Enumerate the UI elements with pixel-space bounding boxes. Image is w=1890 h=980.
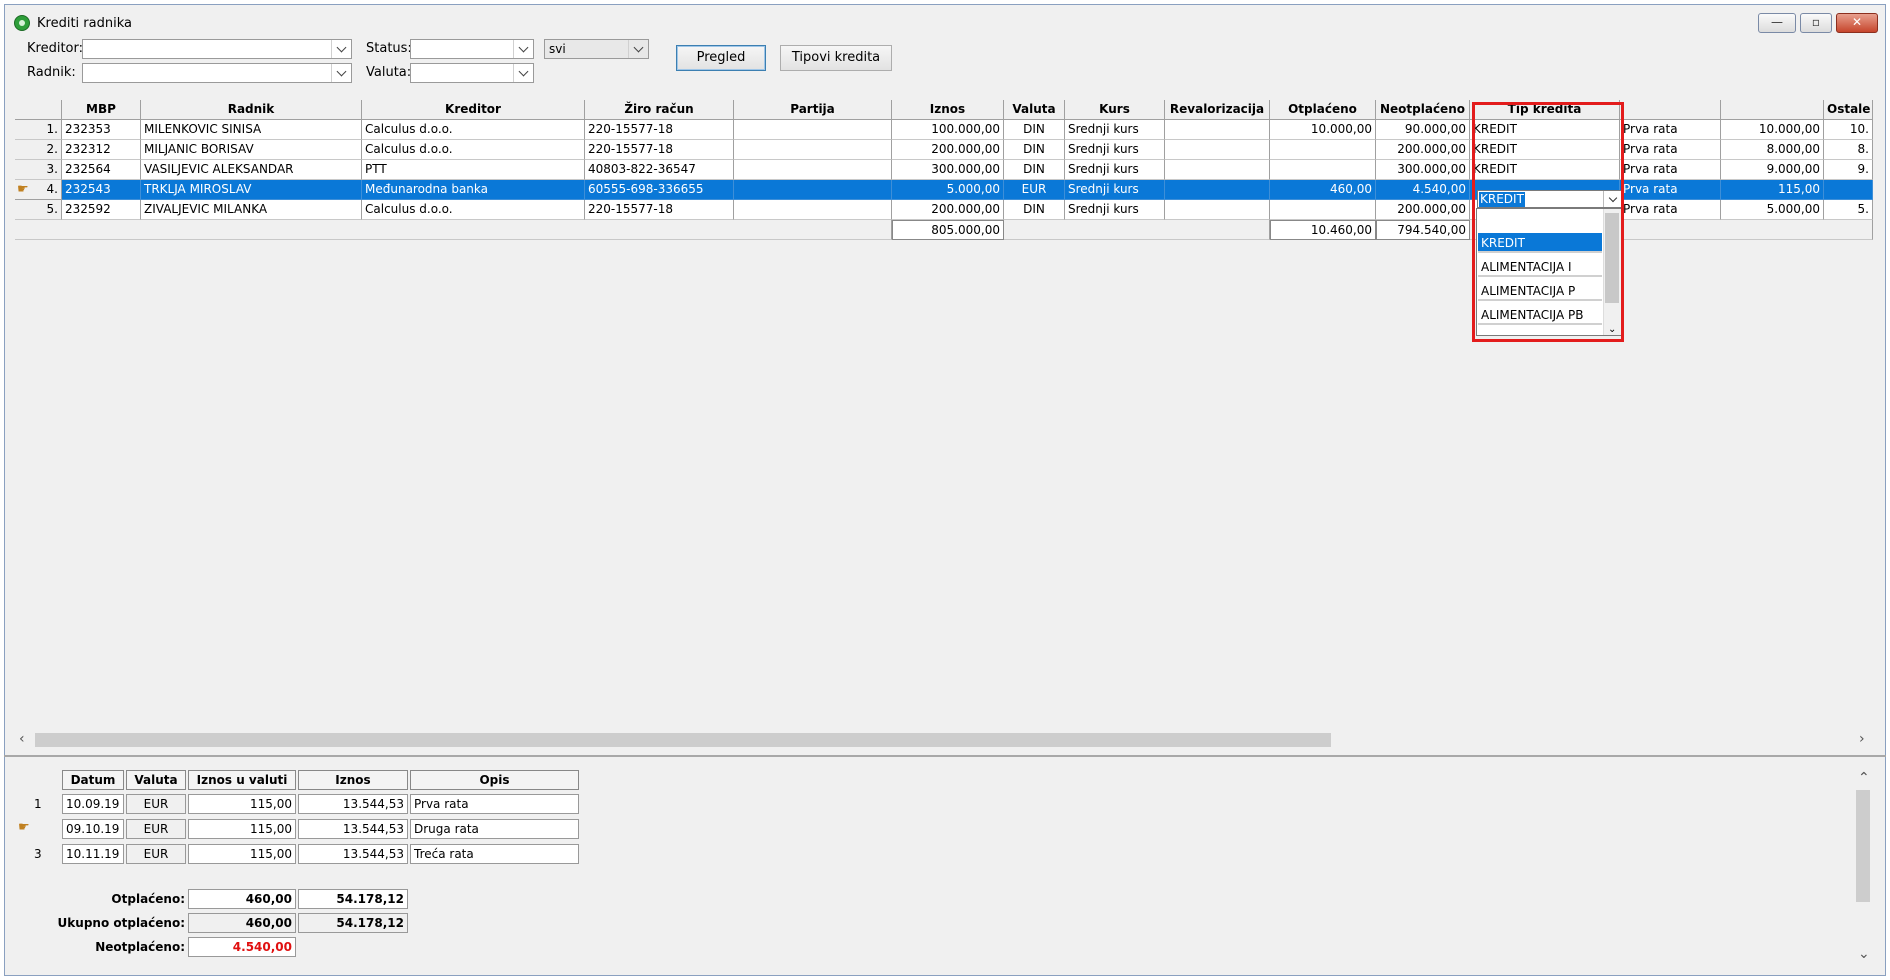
col-valuta[interactable]: Valuta [1004, 100, 1065, 120]
pay-valuta[interactable]: EUR [126, 844, 186, 864]
col-ostale[interactable]: Ostale [1824, 100, 1873, 120]
ukupno-otplaceno-valuta: 460,00 [188, 913, 296, 933]
radnik-label: Radnik: [27, 65, 76, 80]
close-button[interactable]: ✕ [1836, 13, 1878, 33]
chevron-right-icon[interactable]: › [1859, 731, 1865, 747]
maximize-button[interactable]: ▫ [1800, 13, 1832, 33]
status-combo[interactable] [410, 39, 534, 59]
app-logo-icon [14, 15, 30, 31]
valuta-label: Valuta: [366, 65, 412, 80]
col-iznos[interactable]: Iznos [892, 100, 1004, 120]
col-opis-rate[interactable] [1620, 100, 1721, 120]
pay-datum[interactable]: 09.10.19 [62, 819, 124, 839]
hand-pointer-icon: ☛ [18, 820, 30, 835]
pay-col-iznos[interactable]: Iznos [298, 770, 408, 790]
chevron-down-icon[interactable] [331, 40, 351, 58]
status-extra-value: svi [549, 42, 566, 56]
chevron-left-icon[interactable]: ‹ [19, 731, 25, 747]
pay-opis[interactable]: Prva rata [410, 794, 579, 814]
col-kreditor[interactable]: Kreditor [362, 100, 585, 120]
pay-iznos-valuta[interactable]: 115,00 [188, 794, 296, 814]
window-title: Krediti radnika [37, 16, 132, 31]
col-rata[interactable] [1721, 100, 1824, 120]
panel-divider[interactable] [4, 755, 1886, 757]
total-otplaceno: 10.460,00 [1270, 220, 1376, 240]
ukupno-otplaceno-iznos: 54.178,12 [298, 913, 408, 933]
chevron-down-icon[interactable] [331, 64, 351, 82]
horizontal-scroll-thumb[interactable] [35, 733, 1331, 747]
col-partija[interactable]: Partija [734, 100, 892, 120]
col-neotplaceno[interactable]: Neotplaćeno [1376, 100, 1470, 120]
pay-iznos[interactable]: 13.544,53 [298, 819, 408, 839]
payments-vertical-scrollbar[interactable]: ⌃ ⌄ [1854, 770, 1872, 966]
otplaceno-valuta: 460,00 [188, 889, 296, 909]
pay-valuta[interactable]: EUR [126, 794, 186, 814]
col-revalorizacija[interactable]: Revalorizacija [1165, 100, 1270, 120]
neotplaceno-label: Neotplaćeno: [95, 940, 185, 954]
total-iznos: 805.000,00 [892, 220, 1004, 240]
pay-opis[interactable]: Druga rata [410, 819, 579, 839]
valuta-combo[interactable] [410, 63, 534, 83]
total-neotplaceno: 794.540,00 [1376, 220, 1470, 240]
ukupno-otplaceno-label: Ukupno otplaćeno: [57, 916, 185, 930]
grid-horizontal-scrollbar[interactable]: ‹ › [15, 730, 1873, 750]
pay-iznos-valuta[interactable]: 115,00 [188, 819, 296, 839]
pay-iznos-valuta[interactable]: 115,00 [188, 844, 296, 864]
vertical-scroll-thumb[interactable] [1856, 790, 1870, 902]
pay-col-valuta[interactable]: Valuta [126, 770, 186, 790]
pay-col-opis[interactable]: Opis [410, 770, 579, 790]
pay-valuta[interactable]: EUR [126, 819, 186, 839]
chevron-down-icon[interactable] [628, 40, 648, 58]
pay-datum[interactable]: 10.09.19 [62, 794, 124, 814]
title-bar: Krediti radnika — ▫ ✕ [5, 5, 1885, 35]
status-extra-combo[interactable]: svi [544, 39, 649, 59]
col-otplaceno[interactable]: Otplaćeno [1270, 100, 1376, 120]
chevron-down-icon[interactable] [513, 40, 533, 58]
hand-pointer-icon: ☛ [17, 182, 29, 197]
pay-datum[interactable]: 10.11.19 [62, 844, 124, 864]
kreditor-label: Kreditor: [27, 41, 83, 56]
pay-col-datum[interactable]: Datum [62, 770, 124, 790]
chevron-down-icon[interactable]: ⌄ [1858, 946, 1870, 962]
radnik-combo[interactable] [82, 63, 352, 83]
minimize-button[interactable]: — [1758, 13, 1796, 33]
tipovi-kredita-button[interactable]: Tipovi kredita [780, 45, 892, 71]
pregled-button[interactable]: Pregled [676, 45, 766, 71]
col-mbp[interactable]: MBP [62, 100, 141, 120]
col-kurs[interactable]: Kurs [1065, 100, 1165, 120]
pay-opis[interactable]: Treća rata [410, 844, 579, 864]
pay-iznos[interactable]: 13.544,53 [298, 794, 408, 814]
pay-iznos[interactable]: 13.544,53 [298, 844, 408, 864]
col-radnik[interactable]: Radnik [141, 100, 362, 120]
otplaceno-label: Otplaćeno: [111, 892, 185, 906]
neotplaceno-valuta: 4.540,00 [188, 937, 296, 957]
kreditor-combo[interactable] [82, 39, 352, 59]
highlight-box [1472, 102, 1624, 342]
status-label: Status: [366, 41, 412, 56]
chevron-down-icon[interactable] [513, 64, 533, 82]
otplaceno-iznos: 54.178,12 [298, 889, 408, 909]
col-ziro-racun[interactable]: Žiro račun [585, 100, 734, 120]
chevron-up-icon[interactable]: ⌃ [1858, 770, 1870, 786]
pay-col-iznos-u-valuti[interactable]: Iznos u valuti [188, 770, 296, 790]
